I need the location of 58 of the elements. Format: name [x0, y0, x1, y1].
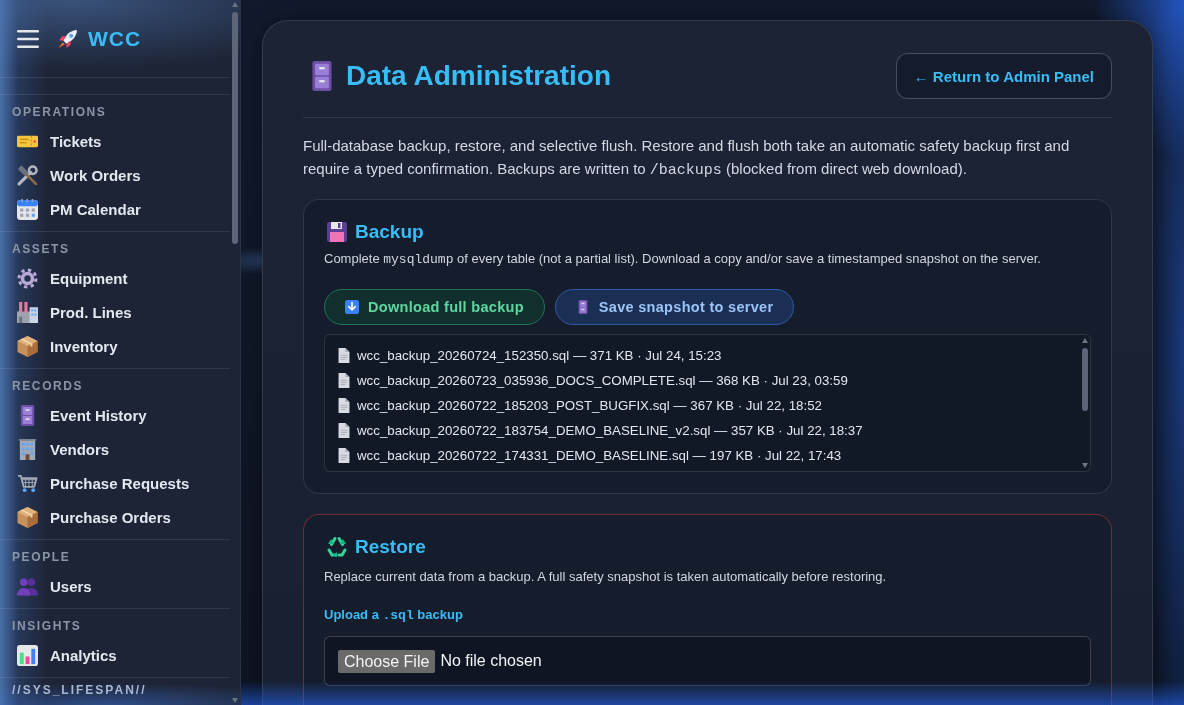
- file-icon: [338, 423, 350, 438]
- nav-link[interactable]: Event History: [0, 398, 230, 432]
- card-description: Replace current data from a backup. A full safety snapshot is taken automatically before restoring.: [324, 568, 888, 586]
- nav-link[interactable]: Prod. Lines: [0, 295, 230, 329]
- nav-link[interactable]: Tickets: [0, 124, 230, 158]
- backup-file-entry: wcc_backup_20260722_185203_POST_BUGFIX.sql — 367 KB · Jul 22, 18:52: [357, 398, 822, 413]
- file-input-field[interactable]: Choose File No file chosen: [324, 636, 1091, 686]
- backup-file-entry: wcc_backup_20260722_183754_DEMO_BASELINE_v2.sql — 357 KB · Jul 22, 18:37: [357, 423, 863, 438]
- nav-section-label: ASSETS: [11, 243, 71, 255]
- calendar-icon: [17, 198, 38, 220]
- nav-link[interactable]: Equipment: [0, 261, 230, 295]
- file-cabinet-icon: [312, 61, 332, 91]
- card-description: Complete mysqldump of every table (not a partial list). Download a copy and/or save a timestamped snapshot on the server.: [324, 250, 1042, 269]
- building-icon: [17, 438, 38, 460]
- file-icon: [338, 448, 350, 463]
- nav-link[interactable]: Analytics: [0, 638, 230, 672]
- tools-icon: [17, 164, 38, 186]
- list-scrollbar[interactable]: [1081, 338, 1089, 468]
- file-status-text: No file chosen: [440, 652, 542, 670]
- file-icon: [338, 348, 350, 363]
- backup-file-entry: wcc_backup_20260724_152350.sql — 371 KB · Jul 24, 15:23: [357, 348, 722, 363]
- nav-link[interactable]: Purchase Requests: [0, 466, 230, 500]
- nav-link[interactable]: Work Orders: [0, 158, 230, 192]
- factory-icon: [17, 301, 38, 323]
- card-title: Restore: [355, 535, 426, 559]
- nav-link[interactable]: Vendors: [0, 432, 230, 466]
- download-icon: [345, 300, 359, 314]
- backup-file-entry: wcc_backup_20260722_174331_DEMO_BASELINE.sql — 197 KB · Jul 22, 17:43: [357, 448, 842, 463]
- box-icon: [17, 506, 38, 528]
- page-description: Full-database backup, restore, and selective flush. Restore and flush both take an automatic safety backup first and require a typed confirmation. Backups are written to /backups (blocked from direct web download).: [303, 136, 1071, 181]
- menu-icon[interactable]: [17, 28, 39, 49]
- nav-link[interactable]: Inventory: [0, 329, 230, 363]
- cart-icon: [17, 472, 38, 494]
- file-icon: [338, 373, 350, 388]
- bar-chart-icon: [17, 644, 38, 666]
- backup-file-entry: wcc_backup_20260723_035936_DOCS_COMPLETE.sql — 368 KB · Jul 23, 03:59: [357, 373, 848, 388]
- nav-section-label: PEOPLE: [11, 551, 72, 563]
- rocket-icon: [58, 28, 78, 49]
- nav-link[interactable]: Purchase Orders: [0, 500, 230, 534]
- choose-file-button[interactable]: Choose File: [338, 649, 436, 673]
- nav-link[interactable]: PM Calendar: [0, 192, 230, 226]
- nav-section-label: INSIGHTS: [11, 620, 83, 632]
- recycle-icon: [327, 537, 347, 557]
- gear-icon: [17, 267, 38, 289]
- box-icon: [17, 335, 38, 357]
- nav-section-label: RECORDS: [11, 380, 85, 392]
- save-snapshot-button[interactable]: Save snapshot to server: [554, 289, 795, 325]
- return-button[interactable]: ← Return to Admin Panel: [895, 53, 1112, 99]
- people-icon: [17, 575, 38, 597]
- file-icon: [338, 398, 350, 413]
- upload-label: Upload a .sql backup: [324, 606, 464, 625]
- brand-name[interactable]: WCC: [88, 26, 142, 51]
- nav-section-label: OPERATIONS: [11, 106, 108, 118]
- card-title: Backup: [355, 220, 424, 244]
- download-button[interactable]: Download full backup: [324, 289, 545, 325]
- sidebar-footer-text: //SYS_LIFESPAN//: [11, 684, 148, 697]
- nav-link[interactable]: Users: [0, 569, 230, 603]
- page-title: Data Administration: [346, 59, 611, 93]
